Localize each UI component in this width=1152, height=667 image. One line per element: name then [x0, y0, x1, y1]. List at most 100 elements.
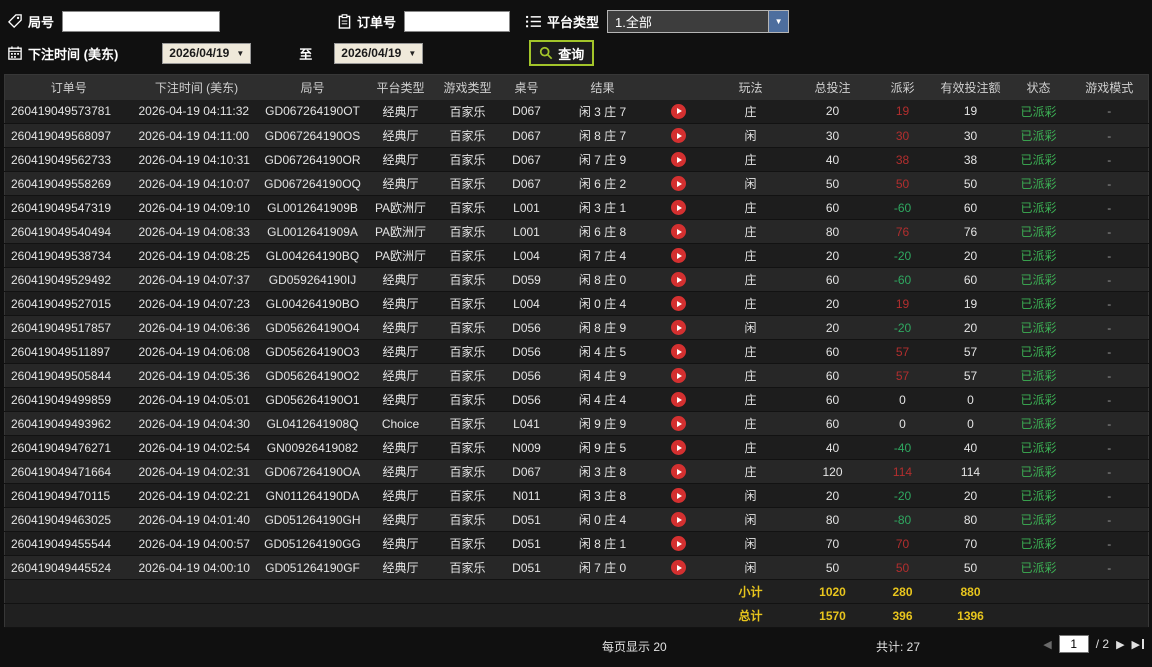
round-number-cell: GD051264190GG: [260, 531, 365, 556]
result-cell: 闲 0 庄 4: [554, 507, 651, 532]
replay-cell: [650, 219, 707, 244]
result-cell: 闲 3 庄 8: [554, 483, 651, 508]
game-type-cell: 百家乐: [436, 459, 499, 484]
chevron-down-icon: ▼: [768, 10, 789, 32]
bet-time-cell: 2026-04-19 04:02:21: [132, 483, 261, 508]
replay-button[interactable]: [671, 440, 686, 456]
replay-button[interactable]: [671, 128, 686, 144]
replay-cell: [650, 555, 707, 580]
bet-side-cell: 闲: [706, 507, 795, 532]
replay-button[interactable]: [671, 320, 686, 336]
replay-button[interactable]: [671, 560, 686, 576]
bet-side-cell: 庄: [706, 291, 795, 316]
table-number-cell: N009: [498, 435, 555, 460]
status-cell: 已派彩: [1006, 459, 1071, 484]
replay-button[interactable]: [671, 272, 686, 288]
replay-button[interactable]: [671, 296, 686, 312]
game-mode-cell: -: [1070, 315, 1149, 340]
game-mode-cell: -: [1070, 123, 1149, 148]
result-cell: 闲 7 庄 4: [554, 243, 651, 268]
game-mode-cell: -: [1070, 291, 1149, 316]
col-header-valid-bet: 有效投注额: [934, 74, 1007, 100]
order-number-cell: 260419049471664: [4, 459, 133, 484]
result-cell: 闲 8 庄 1: [554, 531, 651, 556]
game-mode-cell: -: [1070, 483, 1149, 508]
platform-type-cell: 经典厅: [364, 459, 437, 484]
status-cell: 已派彩: [1006, 123, 1071, 148]
round-number-cell: GD056264190O2: [260, 363, 365, 388]
round-number-cell: GD067264190OS: [260, 123, 365, 148]
replay-button[interactable]: [671, 103, 686, 119]
replay-button[interactable]: [671, 536, 686, 552]
result-cell: 闲 4 庄 4: [554, 387, 651, 412]
betting-records-page: 局号 订单号 平台类型 1.全部 ▼ 下注时间 (美东) 2026/04/19: [0, 0, 1152, 667]
bet-time-cell: 2026-04-19 04:09:10: [132, 195, 261, 220]
total-bet-cell: 120: [794, 459, 871, 484]
payout-cell: -20: [870, 483, 935, 508]
platform-type-cell: 经典厅: [364, 147, 437, 172]
replay-button[interactable]: [671, 464, 686, 480]
table-number-cell: D067: [498, 99, 555, 124]
replay-button[interactable]: [671, 512, 686, 528]
chevron-down-icon: ▼: [408, 48, 417, 58]
bet-time-cell: 2026-04-19 04:07:37: [132, 267, 261, 292]
replay-button[interactable]: [671, 416, 686, 432]
valid-bet-cell: 20: [934, 243, 1007, 268]
round-number-cell: GD056264190O1: [260, 387, 365, 412]
platform-type-select[interactable]: 1.全部 ▼: [607, 9, 790, 33]
subtotal-label: 小计: [706, 579, 795, 604]
result-cell: 闲 3 庄 7: [554, 99, 651, 124]
bet-side-cell: 庄: [706, 195, 795, 220]
replay-button[interactable]: [671, 344, 686, 360]
bet-time-cell: 2026-04-19 04:02:54: [132, 435, 261, 460]
replay-button[interactable]: [671, 224, 686, 240]
round-number-cell: GD067264190OT: [260, 99, 365, 124]
prev-page-button[interactable]: ◀: [1043, 638, 1051, 651]
game-mode-cell: -: [1070, 435, 1149, 460]
date-from-picker[interactable]: 2026/04/19 ▼: [162, 42, 252, 64]
grand-total-row: 总计 1570 396 1396: [4, 603, 1149, 628]
col-header-platform-type: 平台类型: [364, 74, 437, 100]
subtotal-row: 小计 1020 280 880: [4, 579, 1149, 604]
table-number-cell: D056: [498, 363, 555, 388]
bet-side-cell: 庄: [706, 411, 795, 436]
table-number-cell: D056: [498, 339, 555, 364]
next-page-button[interactable]: ▶: [1116, 638, 1124, 651]
date-to-picker[interactable]: 2026/04/19 ▼: [334, 42, 424, 64]
table-number-cell: D051: [498, 531, 555, 556]
valid-bet-cell: 40: [934, 435, 1007, 460]
bet-side-cell: 闲: [706, 483, 795, 508]
subtotal-total-bet: 1020: [794, 579, 871, 604]
last-page-button[interactable]: ▶: [1132, 638, 1144, 651]
replay-button[interactable]: [671, 200, 686, 216]
round-number-input[interactable]: [62, 10, 221, 32]
valid-bet-cell: 19: [934, 99, 1007, 124]
payout-cell: 57: [870, 363, 935, 388]
page-number-input[interactable]: [1058, 635, 1089, 653]
platform-type-cell: 经典厅: [364, 555, 437, 580]
calendar-icon: [8, 46, 22, 60]
status-cell: 已派彩: [1006, 171, 1071, 196]
platform-type-cell: 经典厅: [364, 387, 437, 412]
bet-side-cell: 庄: [706, 363, 795, 388]
bet-side-cell: 庄: [706, 243, 795, 268]
pagination: ◀ / 2 ▶ ▶: [1043, 635, 1144, 653]
total-bet-cell: 20: [794, 291, 871, 316]
replay-button[interactable]: [671, 368, 686, 384]
total-bet-cell: 20: [794, 315, 871, 340]
order-number-input[interactable]: [404, 10, 511, 32]
game-mode-cell: -: [1070, 219, 1149, 244]
status-cell: 已派彩: [1006, 483, 1071, 508]
replay-button[interactable]: [671, 152, 686, 168]
result-cell: 闲 6 庄 2: [554, 171, 651, 196]
replay-button[interactable]: [671, 392, 686, 408]
search-button[interactable]: 查询: [529, 40, 595, 66]
replay-button[interactable]: [671, 488, 686, 504]
replay-button[interactable]: [671, 176, 686, 192]
replay-button[interactable]: [671, 248, 686, 264]
play-icon: [677, 564, 682, 571]
status-cell: 已派彩: [1006, 291, 1071, 316]
platform-type-cell: 经典厅: [364, 435, 437, 460]
result-cell: 闲 4 庄 5: [554, 339, 651, 364]
status-cell: 已派彩: [1006, 411, 1071, 436]
